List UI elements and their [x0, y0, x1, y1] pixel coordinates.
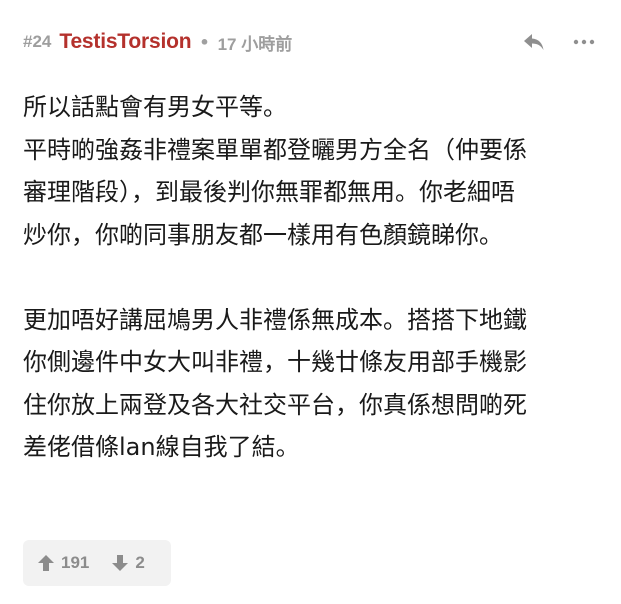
- content-line: 你側邊件中女大叫非禮，十幾廿條友用部手機影: [23, 348, 527, 376]
- post-floor-number: #24: [23, 32, 52, 51]
- content-line: 審理階段），到最後判你無罪都無用。你老細唔: [23, 178, 515, 206]
- upvote-count: 191: [61, 553, 90, 572]
- content-line: 更加唔好講屈鳩男人非禮係無成本。搭搭下地鐵: [23, 305, 527, 334]
- reply-button[interactable]: [520, 28, 548, 56]
- reply-icon: [524, 34, 544, 50]
- content-blank-line: [23, 256, 598, 299]
- post-content: 所以話點會有男女平等。 平時啲強姦非禮案單單都登曬男方全名（仲要係 審理階段），…: [23, 86, 598, 469]
- content-line: 炒你，你啲同事朋友都一樣用有色顏鏡睇你。: [23, 220, 503, 249]
- arrow-down-icon: [112, 555, 129, 571]
- arrow-up-icon: [38, 555, 54, 571]
- content-line: 所以話點會有男女平等。: [23, 93, 287, 121]
- meta-separator: •: [199, 32, 210, 52]
- username-link[interactable]: TestisTorsion: [59, 30, 191, 54]
- more-icon: [573, 39, 595, 45]
- content-line: 住你放上兩登及各大社交平台，你真係想問啲死: [23, 390, 527, 419]
- post: #24 TestisTorsion • 17 小時前 所以話點會有男女平等。 平…: [0, 0, 621, 604]
- upvote-button[interactable]: 191: [37, 553, 89, 573]
- content-line: 差佬借條lan線自我了結。: [23, 433, 300, 461]
- downvote-count: 2: [135, 553, 145, 572]
- header-actions: [520, 24, 598, 60]
- downvote-button[interactable]: 2: [111, 553, 145, 573]
- more-options-button[interactable]: [570, 28, 598, 56]
- content-line: 平時啲強姦非禮案單單都登曬男方全名（仲要係: [23, 135, 527, 164]
- post-header: #24 TestisTorsion • 17 小時前: [23, 24, 598, 60]
- post-timestamp: 17 小時前: [217, 34, 293, 54]
- vote-box: 191 2: [23, 540, 171, 586]
